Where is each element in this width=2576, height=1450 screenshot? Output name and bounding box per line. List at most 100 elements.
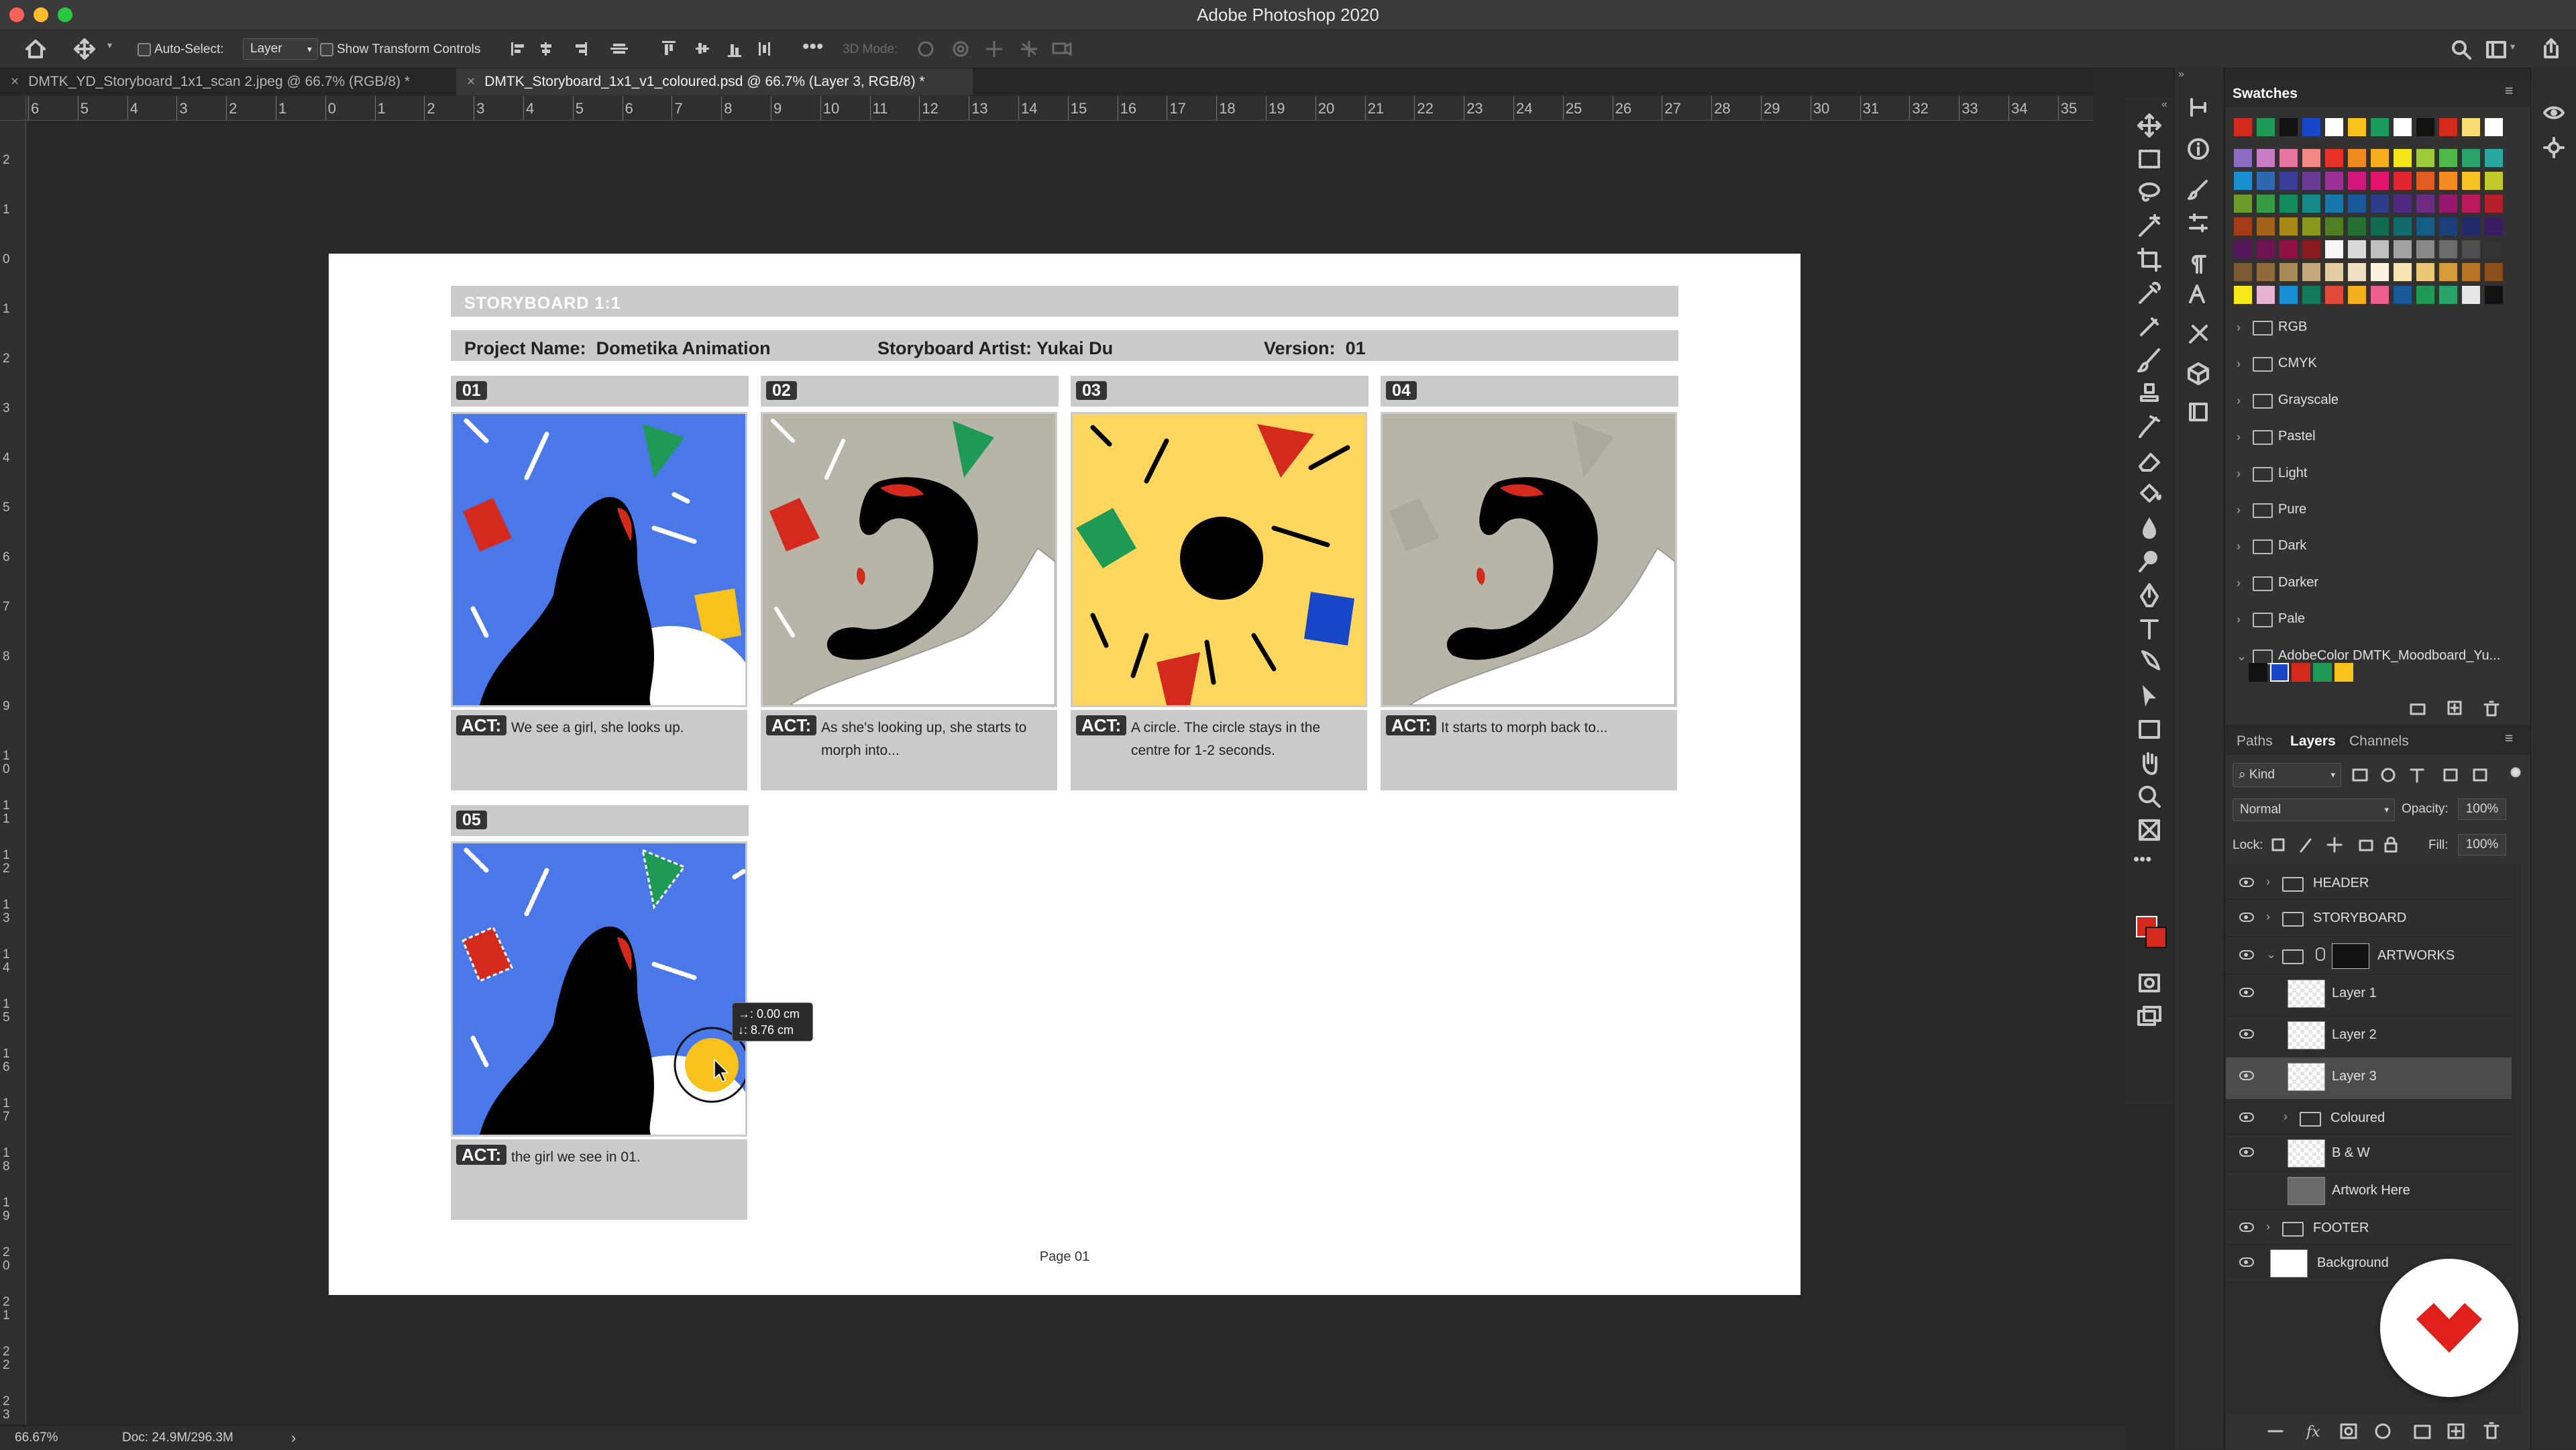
visibility-eye-icon[interactable] bbox=[2239, 1147, 2254, 1157]
swatch[interactable] bbox=[2234, 286, 2252, 304]
info-panel-icon[interactable] bbox=[2186, 137, 2210, 161]
rectangle-tool-icon[interactable] bbox=[2136, 716, 2163, 743]
swatch[interactable] bbox=[2279, 149, 2298, 167]
link-icon[interactable] bbox=[2316, 947, 2325, 961]
layer-row[interactable]: › Coloured bbox=[2226, 1099, 2512, 1135]
expand-icon[interactable]: » bbox=[2178, 68, 2184, 81]
minimize-window-button[interactable] bbox=[34, 7, 48, 22]
chevron-right-icon[interactable]: › bbox=[2266, 910, 2270, 924]
swatch[interactable] bbox=[2302, 118, 2320, 136]
tab-paths[interactable]: Paths bbox=[2237, 733, 2273, 749]
swatch[interactable] bbox=[2439, 217, 2457, 236]
frame-tool-icon[interactable] bbox=[2136, 817, 2163, 843]
visibility-toggle[interactable] bbox=[2238, 1184, 2253, 1196]
swatch-group[interactable]: › Pure bbox=[2226, 493, 2508, 529]
horizontal-ruler[interactable]: 6 5 4 3 2 1 0 1 2 3 4 5 6 7 8 9 10 11 12 13 14 15 16 17 18 19 20 21… bbox=[25, 96, 2093, 121]
swatch[interactable] bbox=[2416, 263, 2434, 281]
swatch[interactable] bbox=[2394, 172, 2412, 190]
swatch[interactable] bbox=[2234, 263, 2252, 281]
dodge-tool-icon[interactable] bbox=[2136, 548, 2163, 575]
close-window-button[interactable] bbox=[9, 7, 24, 22]
learn-panel-icon[interactable] bbox=[2542, 101, 2566, 125]
swatch[interactable] bbox=[2348, 240, 2366, 258]
swatch[interactable] bbox=[2439, 118, 2457, 136]
blend-mode-dropdown[interactable]: Normal ▾ bbox=[2233, 798, 2395, 821]
close-icon[interactable]: × bbox=[467, 68, 475, 95]
layer-filter-icons[interactable] bbox=[2351, 766, 2525, 786]
swatch[interactable] bbox=[2234, 149, 2252, 167]
tab-channels[interactable]: Channels bbox=[2349, 733, 2409, 749]
swatch[interactable] bbox=[2302, 149, 2320, 167]
swatch[interactable] bbox=[2416, 195, 2434, 213]
swatch[interactable] bbox=[2462, 195, 2480, 213]
vertical-ruler[interactable]: 2101234567891 01 11 21 31 41 51 61 71 81… bbox=[0, 96, 26, 1425]
layer-mask-thumbnail[interactable] bbox=[2332, 943, 2369, 969]
swatch[interactable] bbox=[2257, 286, 2275, 304]
swatch[interactable] bbox=[2279, 195, 2298, 213]
swatch[interactable] bbox=[2371, 240, 2389, 258]
swatch-group[interactable]: › Pale bbox=[2226, 602, 2508, 638]
swatch[interactable] bbox=[2302, 263, 2320, 281]
background-color-swatch[interactable] bbox=[2145, 927, 2167, 948]
swatch[interactable] bbox=[2302, 286, 2320, 304]
eraser-icon[interactable] bbox=[2136, 448, 2163, 474]
swatch[interactable] bbox=[2485, 263, 2503, 281]
chevron-right-icon[interactable]: › bbox=[2237, 394, 2241, 408]
swatch[interactable] bbox=[2348, 286, 2366, 304]
align-icons[interactable] bbox=[510, 40, 644, 58]
swatch[interactable] bbox=[2279, 217, 2298, 236]
screen-mode-icon[interactable] bbox=[2136, 1003, 2163, 1030]
swatch[interactable] bbox=[2325, 263, 2343, 281]
swatch[interactable] bbox=[2416, 240, 2434, 258]
collapse-icon[interactable]: « bbox=[2161, 99, 2167, 111]
visibility-eye-icon[interactable] bbox=[2239, 913, 2254, 922]
auto-select-checkbox[interactable] bbox=[138, 43, 151, 56]
swatch[interactable] bbox=[2234, 172, 2252, 190]
swatch[interactable] bbox=[2348, 195, 2366, 213]
marquee-tool-icon[interactable] bbox=[2136, 146, 2163, 172]
lasso-tool-icon[interactable] bbox=[2136, 179, 2163, 206]
layer-row[interactable]: B & W bbox=[2226, 1134, 2512, 1172]
swatch[interactable] bbox=[2302, 195, 2320, 213]
swatch[interactable] bbox=[2325, 217, 2343, 236]
layer-row[interactable]: › HEADER bbox=[2226, 864, 2512, 900]
swatch[interactable] bbox=[2325, 195, 2343, 213]
visibility-eye-icon[interactable] bbox=[2239, 950, 2254, 960]
chevron-right-icon[interactable]: › bbox=[2237, 576, 2241, 590]
swatch[interactable] bbox=[2257, 240, 2275, 258]
swatch[interactable] bbox=[2462, 118, 2480, 136]
swatch[interactable] bbox=[2416, 217, 2434, 236]
more-options-icon[interactable]: ••• bbox=[802, 36, 824, 58]
swatch-group[interactable]: › Dark bbox=[2226, 529, 2508, 565]
chevron-right-icon[interactable]: › bbox=[2237, 467, 2241, 481]
visibility-eye-icon[interactable] bbox=[2239, 1029, 2254, 1039]
chevron-right-icon[interactable]: › bbox=[2266, 875, 2270, 889]
swatch[interactable] bbox=[2334, 663, 2353, 682]
swatch[interactable] bbox=[2371, 195, 2389, 213]
direct-selection-icon[interactable] bbox=[2136, 682, 2163, 709]
swatch[interactable] bbox=[2257, 149, 2275, 167]
chevron-right-icon[interactable]: › bbox=[2237, 503, 2241, 517]
layer-row[interactable]: ⌄ ARTWORKS bbox=[2226, 937, 2512, 975]
type-tool-icon[interactable] bbox=[2136, 615, 2163, 642]
healing-brush-icon[interactable] bbox=[2136, 313, 2163, 340]
swatch[interactable] bbox=[2394, 240, 2412, 258]
crop-tool-icon[interactable] bbox=[2136, 246, 2163, 273]
swatches-tab[interactable]: Swatches bbox=[2233, 86, 2298, 102]
swatch[interactable] bbox=[2234, 217, 2252, 236]
auto-select-dropdown[interactable]: Layer ▾ bbox=[243, 38, 318, 60]
swatch[interactable] bbox=[2462, 172, 2480, 190]
clone-stamp-icon[interactable] bbox=[2136, 380, 2163, 407]
magic-wand-icon[interactable] bbox=[2136, 213, 2163, 240]
visibility-eye-icon[interactable] bbox=[2239, 988, 2254, 997]
swatch[interactable] bbox=[2270, 663, 2289, 682]
panel-menu-icon[interactable]: ≡ bbox=[2505, 83, 2513, 99]
swatch[interactable] bbox=[2302, 240, 2320, 258]
swatch[interactable] bbox=[2313, 663, 2332, 682]
layer-row[interactable]: Layer 1 bbox=[2226, 974, 2512, 1017]
swatch[interactable] bbox=[2371, 217, 2389, 236]
visibility-eye-icon[interactable] bbox=[2239, 1112, 2254, 1122]
panel-menu-icon[interactable]: ≡ bbox=[2505, 731, 2513, 747]
swatch[interactable] bbox=[2348, 263, 2366, 281]
quick-mask-icon[interactable] bbox=[2136, 970, 2163, 996]
